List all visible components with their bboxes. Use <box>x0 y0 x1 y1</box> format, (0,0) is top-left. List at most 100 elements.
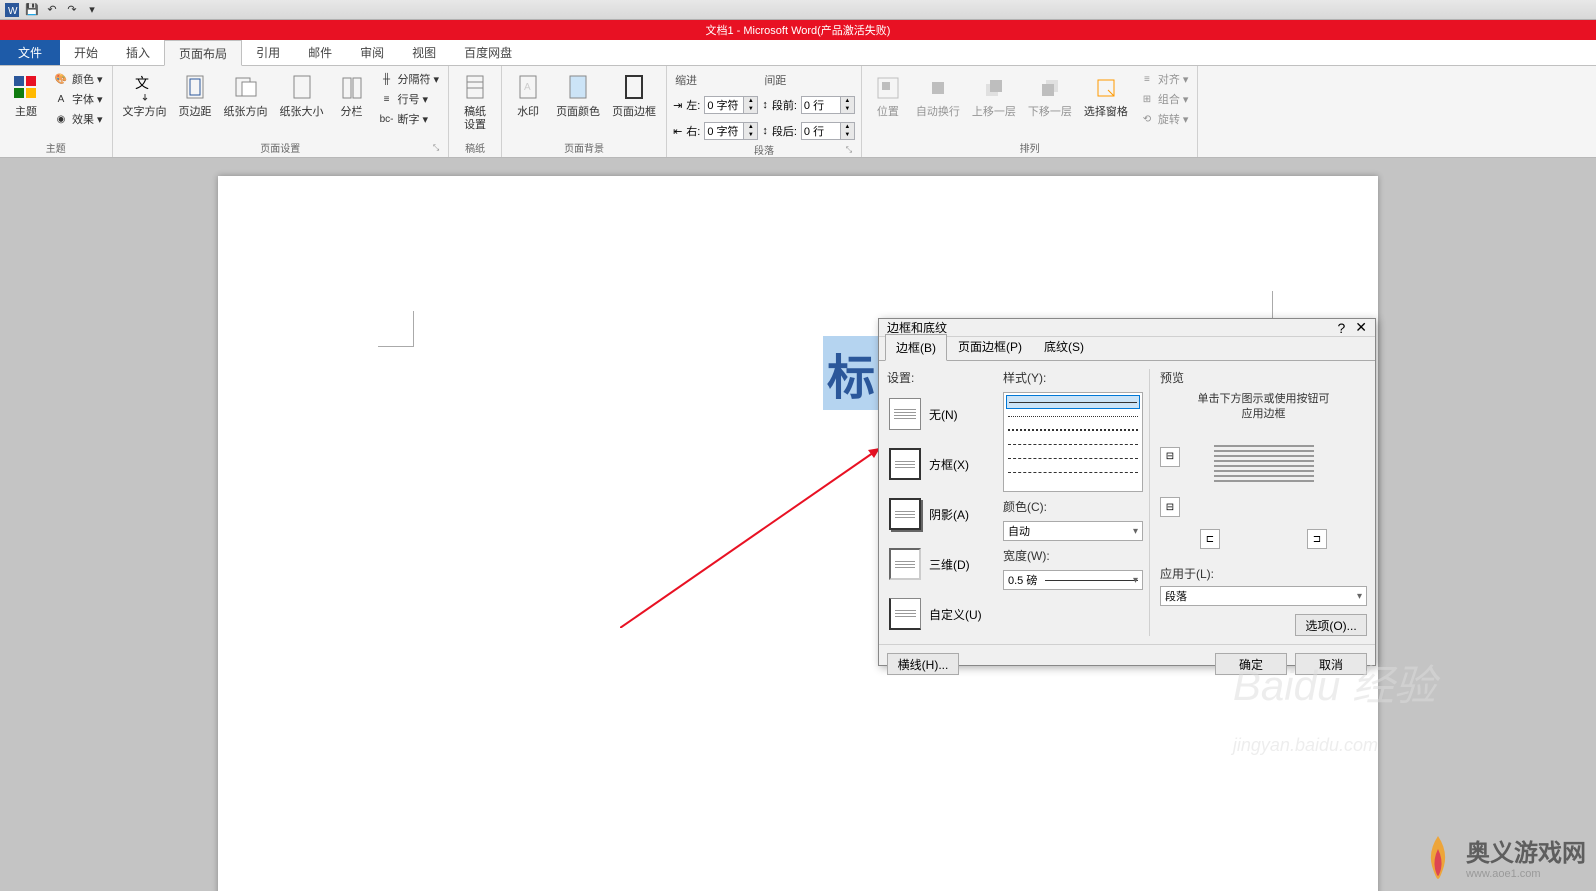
word-icon: W <box>4 2 20 18</box>
theme-fonts-button[interactable]: A字体 ▾ <box>50 90 106 108</box>
baidu-watermark: Baidu 经验 jingyan.baidu.com <box>1233 652 1436 761</box>
setting-3d[interactable]: 三维(D) <box>887 542 997 586</box>
dialog-tab-shading[interactable]: 底纹(S) <box>1033 333 1095 360</box>
line-numbers-icon: ≡ <box>379 91 395 107</box>
selection-pane-button[interactable]: 选择窗格 <box>1080 70 1132 121</box>
tab-review[interactable]: 审阅 <box>346 40 398 65</box>
color-label: 颜色(C): <box>1003 498 1143 515</box>
dialog-tab-page-border[interactable]: 页面边框(P) <box>947 333 1033 360</box>
ribbon: 主题 🎨颜色 ▾ A字体 ▾ ◉效果 ▾ 主题 文文字方向 页边距 纸张方向 纸… <box>0 66 1596 158</box>
horizontal-line-button[interactable]: 横线(H)... <box>887 653 959 675</box>
breaks-button[interactable]: ╫分隔符 ▾ <box>376 70 443 88</box>
size-icon <box>286 72 318 104</box>
file-tab[interactable]: 文件 <box>0 40 60 65</box>
space-before-input[interactable]: 0 行▲▼ <box>801 96 855 114</box>
text-direction-button[interactable]: 文文字方向 <box>119 70 171 121</box>
align-button[interactable]: ≡对齐 ▾ <box>1136 70 1192 88</box>
orientation-button[interactable]: 纸张方向 <box>220 70 272 121</box>
line-numbers-button[interactable]: ≡行号 ▾ <box>376 90 443 108</box>
tab-home[interactable]: 开始 <box>60 40 112 65</box>
paragraph-launcher[interactable]: ⤡ <box>843 145 855 157</box>
width-combo[interactable]: 0.5 磅 <box>1003 570 1143 590</box>
breaks-icon: ╫ <box>379 71 395 87</box>
theme-effects-button[interactable]: ◉效果 ▾ <box>50 110 106 128</box>
spin-down[interactable]: ▼ <box>840 131 854 139</box>
tab-page-layout[interactable]: 页面布局 <box>164 40 242 66</box>
spin-up[interactable]: ▲ <box>743 97 757 105</box>
group-label-paragraph: 段落⤡ <box>673 140 855 157</box>
qat-customize-icon[interactable]: ▾ <box>84 2 100 18</box>
tab-insert[interactable]: 插入 <box>112 40 164 65</box>
wrap-text-button[interactable]: 自动换行 <box>912 70 964 121</box>
line-style-dashed1[interactable] <box>1006 437 1140 451</box>
space-after-input[interactable]: 0 行▲▼ <box>801 122 855 140</box>
indent-left-input[interactable]: 0 字符▲▼ <box>704 96 758 114</box>
preview-column: 预览 单击下方图示或使用按钮可 应用边框 ⊟ ⊟ ⊏ ⊐ 应用于(L): 段落 … <box>1149 369 1367 636</box>
line-style-solid[interactable] <box>1006 395 1140 409</box>
spin-down[interactable]: ▼ <box>743 105 757 113</box>
close-icon[interactable]: ✕ <box>1355 319 1367 336</box>
border-right-toggle[interactable]: ⊐ <box>1307 529 1327 549</box>
spin-up[interactable]: ▲ <box>840 97 854 105</box>
group-background: A水印 页面颜色 页面边框 页面背景 <box>502 66 667 157</box>
fonts-icon: A <box>53 91 69 107</box>
size-button[interactable]: 纸张大小 <box>276 70 328 121</box>
color-combo[interactable]: 自动 <box>1003 521 1143 541</box>
settings-column: 设置: 无(N) 方框(X) 阴影(A) 三维(D) 自定义(U) <box>887 369 997 636</box>
line-style-dashed2[interactable] <box>1006 451 1140 465</box>
spin-up[interactable]: ▲ <box>840 123 854 131</box>
preview-paragraph[interactable] <box>1214 442 1314 522</box>
line-style-dashdot[interactable] <box>1006 465 1140 479</box>
selected-text[interactable]: 标 <box>823 336 879 410</box>
setting-custom[interactable]: 自定义(U) <box>887 592 997 636</box>
theme-colors-button[interactable]: 🎨颜色 ▾ <box>50 70 106 88</box>
rotate-button[interactable]: ⟲旋转 ▾ <box>1136 110 1192 128</box>
dialog-tab-borders[interactable]: 边框(B) <box>885 334 947 361</box>
page-borders-button[interactable]: 页面边框 <box>608 70 660 121</box>
flame-icon <box>1418 831 1458 881</box>
tab-view[interactable]: 视图 <box>398 40 450 65</box>
line-style-dotted1[interactable] <box>1006 409 1140 423</box>
setting-box[interactable]: 方框(X) <box>887 442 997 486</box>
watermark-button[interactable]: A水印 <box>508 70 548 121</box>
spin-down[interactable]: ▼ <box>743 131 757 139</box>
setting-none[interactable]: 无(N) <box>887 392 997 436</box>
text-direction-icon: 文 <box>129 72 161 104</box>
columns-button[interactable]: 分栏 <box>332 70 372 121</box>
setting-shadow[interactable]: 阴影(A) <box>887 492 997 536</box>
page-borders-icon <box>618 72 650 104</box>
themes-button[interactable]: 主题 <box>6 70 46 121</box>
hyphenation-button[interactable]: bc-断字 ▾ <box>376 110 443 128</box>
spin-up[interactable]: ▲ <box>743 123 757 131</box>
redo-icon[interactable]: ↷ <box>64 2 80 18</box>
border-bottom-toggle[interactable]: ⊟ <box>1160 497 1180 517</box>
bring-forward-button[interactable]: 上移一层 <box>968 70 1020 121</box>
send-backward-button[interactable]: 下移一层 <box>1024 70 1076 121</box>
custom-icon <box>889 598 921 630</box>
page-color-button[interactable]: 页面颜色 <box>552 70 604 121</box>
apply-to-combo[interactable]: 段落 <box>1160 586 1367 606</box>
svg-text:A: A <box>524 82 531 93</box>
preview-hint: 单击下方图示或使用按钮可 应用边框 <box>1160 392 1367 423</box>
spin-down[interactable]: ▼ <box>840 105 854 113</box>
backward-icon <box>1034 72 1066 104</box>
style-list[interactable] <box>1003 392 1143 492</box>
help-icon[interactable]: ? <box>1337 320 1345 336</box>
options-button[interactable]: 选项(O)... <box>1295 614 1367 636</box>
tab-baidu[interactable]: 百度网盘 <box>450 40 526 65</box>
save-icon[interactable]: 💾 <box>24 2 40 18</box>
tab-references[interactable]: 引用 <box>242 40 294 65</box>
indent-right-input[interactable]: 0 字符▲▼ <box>704 122 758 140</box>
line-style-dotted2[interactable] <box>1006 423 1140 437</box>
undo-icon[interactable]: ↶ <box>44 2 60 18</box>
position-button[interactable]: 位置 <box>868 70 908 121</box>
group-button[interactable]: ⊞组合 ▾ <box>1136 90 1192 108</box>
tab-mailings[interactable]: 邮件 <box>294 40 346 65</box>
border-top-toggle[interactable]: ⊟ <box>1160 447 1180 467</box>
page-setup-launcher[interactable]: ⤡ <box>430 143 442 155</box>
margins-button[interactable]: 页边距 <box>175 70 216 121</box>
border-left-toggle[interactable]: ⊏ <box>1200 529 1220 549</box>
manuscript-settings-button[interactable]: 稿纸 设置 <box>455 70 495 134</box>
manuscript-icon <box>459 72 491 104</box>
site-watermark: 奥义游戏网 www.aoe1.com <box>1418 831 1586 881</box>
